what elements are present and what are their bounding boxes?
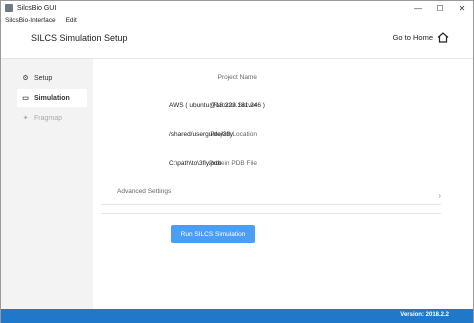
footer-bar: Version: 2018.2.2 — [1, 309, 473, 323]
menu-bar: SilcsBio-Interface Edit — [1, 15, 473, 25]
sidebar-item-simulation[interactable]: ▭ Simulation — [17, 89, 87, 107]
gear-icon: ⚙ — [22, 75, 29, 82]
remote-server-value[interactable]: AWS ( ubuntu@18.223.181.246 ) — [169, 102, 265, 109]
window-controls: — ☐ ✕ — [407, 1, 473, 15]
field-project-name: Project Name — [93, 74, 473, 86]
page-title: SILCS Simulation Setup — [31, 33, 128, 43]
field-project-location: Project Location /shared/userguide/3fly — [93, 131, 473, 143]
run-silcs-simulation-button[interactable]: Run SILCS Simulation — [171, 225, 255, 243]
home-icon — [437, 32, 449, 43]
sidebar-item-label: Simulation — [34, 94, 70, 102]
minimize-button[interactable]: — — [407, 1, 429, 15]
sidebar-item-setup[interactable]: ⚙ Setup — [17, 69, 87, 87]
sidebar: ⚙ Setup ▭ Simulation ✦ Fragmap — [1, 59, 93, 309]
version-label: Version: 2018.2.2 — [400, 312, 449, 318]
sidebar-item-fragmap: ✦ Fragmap — [17, 109, 87, 127]
monitor-icon: ▭ — [22, 95, 29, 102]
app-window: SilcsBio GUI — ☐ ✕ SilcsBio-Interface Ed… — [0, 0, 474, 323]
main-panel: Project Name Remote Server AWS ( ubuntu@… — [93, 59, 473, 309]
app-icon — [5, 4, 13, 12]
sidebar-item-label: Setup — [34, 74, 53, 82]
menu-edit[interactable]: Edit — [66, 17, 77, 24]
close-button[interactable]: ✕ — [451, 1, 473, 15]
project-location-value[interactable]: /shared/userguide/3fly — [169, 131, 233, 138]
divider — [101, 213, 441, 214]
advanced-settings-row[interactable]: Advanced Settings › — [101, 183, 441, 205]
field-label: Project Name — [217, 74, 257, 81]
go-to-home-button[interactable]: Go to Home — [393, 32, 449, 43]
menu-silcsbio-interface[interactable]: SilcsBio-Interface — [5, 17, 56, 24]
protein-pdb-file-value[interactable]: C:\path\to\3fly.pdb — [169, 160, 221, 167]
fragmap-icon: ✦ — [22, 115, 29, 122]
page-header: SILCS Simulation Setup Go to Home — [1, 25, 473, 59]
sidebar-item-label: Fragmap — [34, 114, 63, 122]
maximize-button[interactable]: ☐ — [429, 1, 451, 15]
title-bar: SilcsBio GUI — ☐ ✕ — [1, 1, 473, 15]
field-remote-server: Remote Server AWS ( ubuntu@18.223.181.24… — [93, 102, 473, 114]
go-to-home-label: Go to Home — [392, 33, 433, 42]
advanced-settings-label: Advanced Settings — [117, 188, 172, 195]
window-title: SilcsBio GUI — [17, 4, 57, 12]
field-protein-pdb-file: Protein PDB File C:\path\to\3fly.pdb — [93, 160, 473, 172]
chevron-right-icon[interactable]: › — [438, 191, 441, 200]
